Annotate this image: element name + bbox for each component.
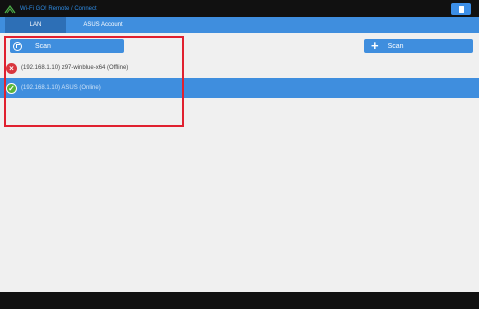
plus-icon: +	[371, 38, 379, 53]
document-icon	[458, 5, 464, 13]
radar-icon	[13, 41, 22, 51]
menu-button[interactable]	[451, 3, 471, 15]
add-scan-button-label: Scan	[387, 42, 404, 50]
device-label: (192.168.1.10) ASUS (Online)	[21, 85, 101, 91]
wifi-go-icon	[4, 3, 16, 15]
bottom-bar	[0, 292, 479, 309]
error-x-icon: ×	[6, 62, 17, 74]
tab-asus-account[interactable]: ASUS Account	[66, 17, 140, 33]
list-item[interactable]: ✓ (192.168.1.10) ASUS (Online)	[0, 78, 479, 98]
window-title: Wi-Fi GO! Remote / Connect	[20, 5, 97, 12]
add-scan-button[interactable]: + Scan	[364, 39, 473, 53]
device-list: × (192.168.1.10) z97-winblue-x64 (Offlin…	[0, 58, 479, 98]
app-window: Wi-Fi GO! Remote / Connect LAN ASUS Acco…	[0, 0, 479, 309]
title-bar: Wi-Fi GO! Remote / Connect	[0, 0, 479, 17]
tab-lan[interactable]: LAN	[5, 17, 66, 33]
scan-button[interactable]: Scan	[10, 39, 124, 53]
list-item[interactable]: × (192.168.1.10) z97-winblue-x64 (Offlin…	[0, 58, 479, 78]
scan-button-label: Scan	[35, 42, 51, 50]
checkmark-icon: ✓	[6, 82, 17, 94]
device-label: (192.168.1.10) z97-winblue-x64 (Offline)	[21, 65, 129, 71]
tab-bar: LAN ASUS Account	[0, 17, 479, 33]
